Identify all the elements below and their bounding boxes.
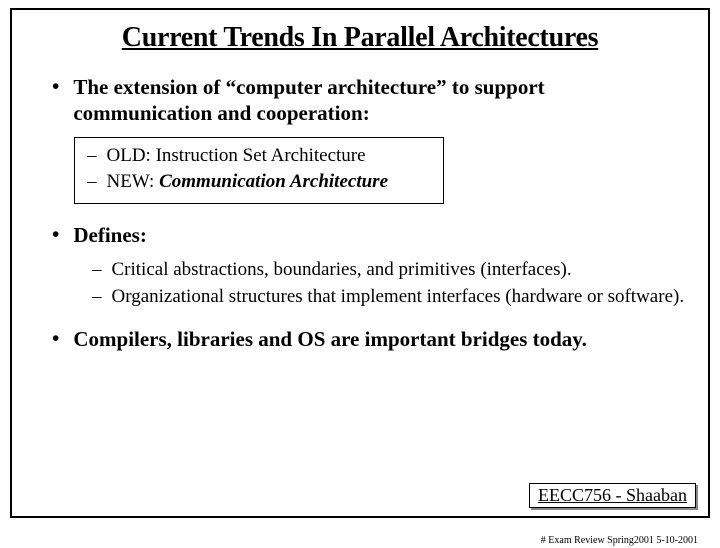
bullet-dot-icon: • (52, 74, 59, 127)
callout-box: – OLD: Instruction Set Architecture – NE… (74, 137, 444, 204)
sub-bullet-old: – OLD: Instruction Set Architecture (87, 144, 435, 169)
sub-new-prefix: NEW: (107, 171, 160, 192)
dash-icon: – (92, 258, 102, 283)
footer-course-box: EECC756 - Shaaban (529, 483, 696, 508)
sub-bullet-new: – NEW: Communication Architecture (87, 170, 435, 195)
slide-frame: Current Trends In Parallel Architectures… (10, 8, 710, 518)
sub-new-text: Communication Architecture (159, 171, 388, 192)
sub-old-text: Instruction Set Architecture (156, 145, 366, 166)
footer-meta: # Exam Review Spring2001 5-10-2001 (541, 535, 698, 546)
bullet-dot-icon: • (52, 222, 59, 248)
dash-icon: – (87, 144, 97, 169)
footer-course-label: EECC756 - Shaaban (529, 483, 696, 508)
dash-icon: – (87, 170, 97, 195)
bullet-3: • Compilers, libraries and OS are import… (52, 326, 686, 352)
sub-old-content: OLD: Instruction Set Architecture (107, 144, 366, 169)
bullet-2-text: Defines: (73, 222, 146, 248)
sub-old-prefix: OLD: (107, 145, 156, 166)
slide-title: Current Trends In Parallel Architectures (34, 22, 686, 54)
sub-2a-text: Critical abstractions, boundaries, and p… (112, 258, 572, 283)
bullet-3-text: Compilers, libraries and OS are importan… (73, 326, 587, 352)
bullet-2: • Defines: (52, 222, 686, 248)
bullet-1-text: The extension of “computer architecture”… (73, 74, 686, 127)
bullet-1: • The extension of “computer architectur… (52, 74, 686, 127)
sub-2b-text: Organizational structures that implement… (112, 285, 685, 310)
sub-new-content: NEW: Communication Architecture (107, 170, 389, 195)
sub-bullet-2a: – Critical abstractions, boundaries, and… (92, 258, 686, 283)
sub-bullet-2b: – Organizational structures that impleme… (92, 285, 686, 310)
dash-icon: – (92, 285, 102, 310)
bullet-dot-icon: • (52, 326, 59, 352)
